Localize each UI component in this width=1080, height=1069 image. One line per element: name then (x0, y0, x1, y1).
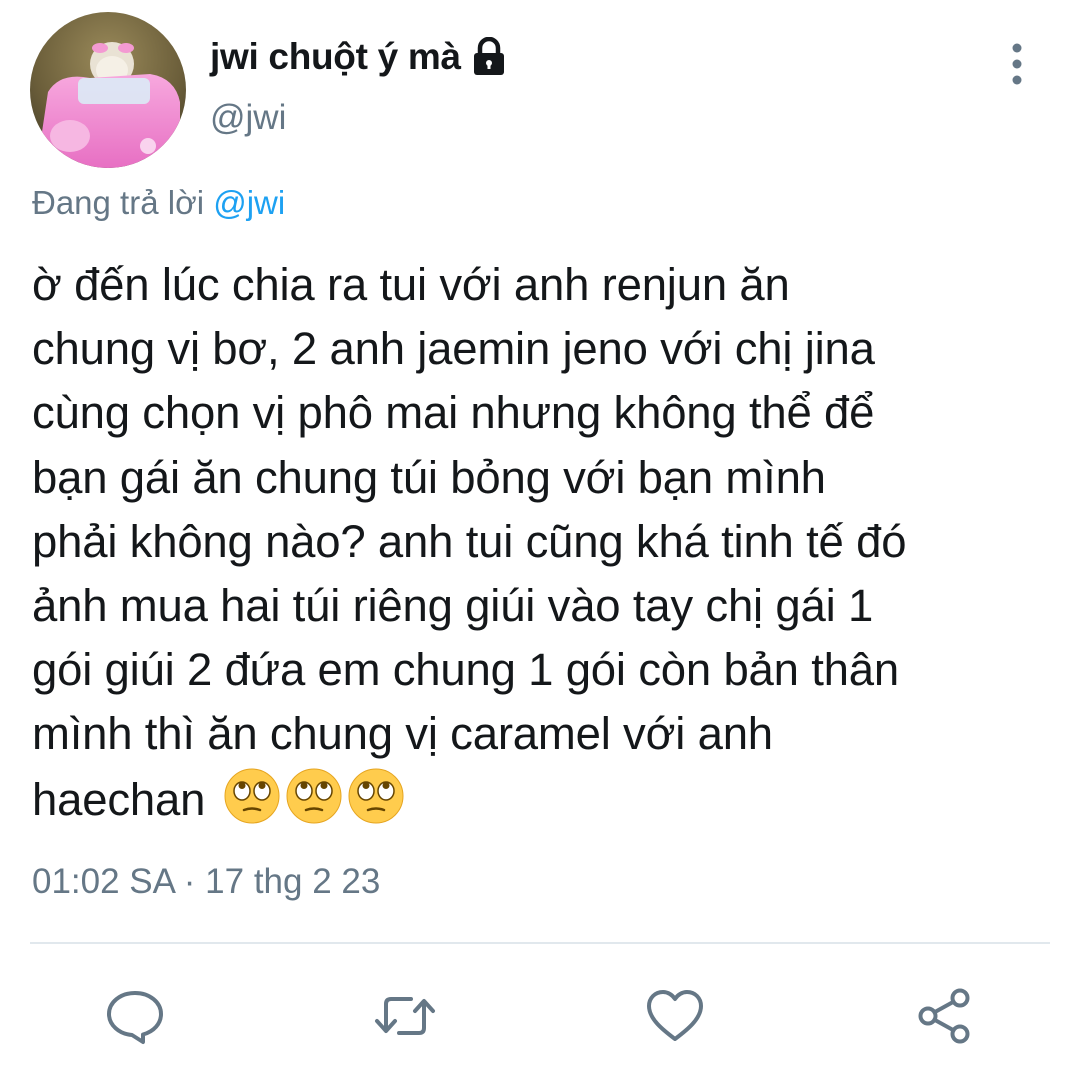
tweet-line: phải không nào? anh tui cũng khá tinh tế… (32, 515, 907, 567)
display-name[interactable]: jwi chuột ý mà (210, 36, 461, 78)
lock-icon (471, 36, 507, 77)
tweet-line: ờ đến lúc chia ra tui với anh renjun ăn (32, 259, 790, 310)
tweet-line: cùng chọn vị phô mai nhưng không thể để (32, 387, 875, 439)
avatar-image (30, 12, 186, 168)
reply-button[interactable] (103, 984, 167, 1048)
tweet-line: gói giúi 2 đứa em chung 1 gói còn bản th… (32, 644, 899, 696)
retweet-icon (375, 997, 435, 1035)
rolling-eyes-emoji-icon (223, 767, 281, 825)
share-icon (918, 988, 970, 1044)
tweet-line: mình thì ăn chung vị caramel với anh (32, 708, 773, 760)
tweet-line: ảnh mua hai túi riêng giúi vào tay chị g… (32, 580, 874, 632)
divider (30, 942, 1050, 944)
avatar[interactable] (30, 12, 186, 168)
reply-context: Đang trả lời @jwi (32, 184, 285, 222)
tweet-line: haechan (32, 773, 206, 825)
tweet-timestamp[interactable]: 01:02 SA · 17 thg 2 23 (32, 862, 380, 902)
rolling-eyes-emoji-icon (285, 767, 343, 825)
rolling-eyes-emoji-icon (347, 767, 405, 825)
author-row[interactable]: jwi chuột ý mà (210, 30, 507, 84)
tweet-text: ờ đến lúc chia ra tui với anh renjun ăn … (32, 253, 1072, 832)
tweet-line: bạn gái ăn chung túi bỏng với bạn mình (32, 451, 826, 503)
retweet-button[interactable] (373, 984, 437, 1048)
more-options-icon[interactable] (1000, 40, 1034, 88)
share-button[interactable] (913, 984, 977, 1048)
reply-handle-link[interactable]: @jwi (213, 184, 285, 221)
like-button[interactable] (643, 984, 707, 1048)
reply-icon (107, 991, 163, 1044)
tweet-last-line: haechan (32, 767, 1072, 832)
reply-prefix: Đang trả lời (32, 184, 205, 221)
like-icon (647, 990, 703, 1041)
author-handle[interactable]: @jwi (210, 98, 286, 138)
tweet-line: chung vị bơ, 2 anh jaemin jeno với chị j… (32, 323, 875, 375)
